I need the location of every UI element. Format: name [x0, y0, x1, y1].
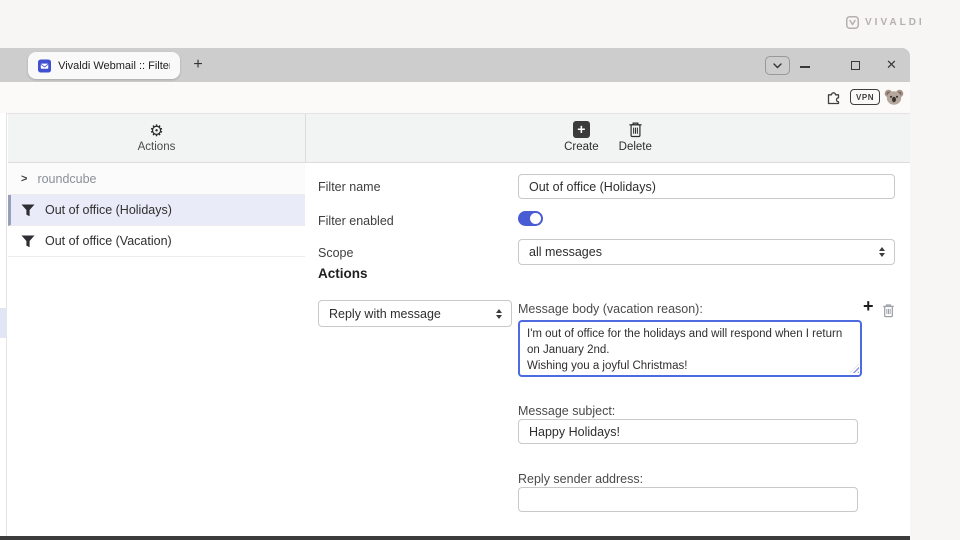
vpn-badge[interactable]: VPN	[850, 89, 880, 105]
scope-value: all messages	[529, 245, 602, 259]
chevron-down-icon	[773, 63, 782, 69]
maximize-button[interactable]	[851, 61, 860, 70]
scope-label: Scope	[318, 246, 353, 260]
new-tab-button[interactable]: +	[188, 55, 208, 75]
action-type-select[interactable]: Reply with message	[318, 300, 512, 327]
filter-name-label: Filter name	[318, 180, 381, 194]
vivaldi-brand: VIVALDI	[846, 16, 925, 29]
remove-action-button[interactable]	[882, 303, 895, 323]
action-type-value: Reply with message	[329, 307, 441, 321]
extensions-icon[interactable]	[826, 89, 842, 110]
brand-text: VIVALDI	[865, 17, 925, 28]
sidebar-item-label: roundcube	[37, 172, 96, 186]
minimize-button[interactable]	[800, 66, 810, 68]
trash-icon	[882, 303, 895, 318]
message-body-textarea[interactable]: I'm out of office for the holidays and w…	[518, 320, 862, 377]
reply-sender-label: Reply sender address:	[518, 472, 643, 486]
filter-funnel-icon	[21, 235, 35, 248]
filter-enabled-toggle[interactable]	[518, 211, 543, 226]
sidebar-item-label: Out of office (Vacation)	[45, 234, 172, 248]
delete-button[interactable]: Delete	[619, 114, 652, 162]
message-subject-input[interactable]	[518, 419, 858, 444]
sidebar-item-label: Out of office (Holidays)	[45, 203, 172, 217]
profile-avatar[interactable]	[884, 87, 904, 107]
filters-sidebar: ⚙ Actions > roundcube Out of office (Hol…	[8, 114, 305, 536]
filter-form: Filter name Filter enabled Scope all mes…	[305, 163, 910, 536]
create-plus-icon: +	[573, 121, 590, 138]
filter-name-input[interactable]	[518, 174, 895, 199]
actions-menu-button[interactable]: ⚙ Actions	[8, 114, 305, 163]
close-button[interactable]: ✕	[886, 57, 897, 73]
message-subject-label: Message subject:	[518, 404, 615, 418]
create-button[interactable]: + Create	[564, 114, 599, 162]
gear-icon: ⚙	[149, 123, 163, 140]
address-bar: aldi.net	[0, 82, 910, 113]
status-bar	[0, 536, 910, 540]
actions-heading: Actions	[318, 266, 368, 281]
reply-sender-input[interactable]	[518, 487, 858, 512]
chevron-right-icon: >	[21, 173, 27, 185]
sidebar-item-roundcube[interactable]: > roundcube	[8, 163, 305, 195]
filter-funnel-icon	[21, 204, 35, 217]
actions-menu-label: Actions	[138, 141, 176, 153]
select-arrows-icon	[879, 247, 885, 257]
trash-icon	[628, 121, 643, 138]
create-label: Create	[564, 141, 599, 153]
toggle-knob	[530, 213, 541, 224]
screen: VIVALDI Vivaldi Webmail :: Filters + ✕ a…	[0, 0, 960, 540]
delete-label: Delete	[619, 141, 652, 153]
filter-enabled-label: Filter enabled	[318, 214, 394, 228]
tab-title: Vivaldi Webmail :: Filters	[58, 60, 170, 72]
sidebar-item-out-of-office-holidays[interactable]: Out of office (Holidays)	[8, 195, 305, 226]
select-arrows-icon	[496, 309, 502, 319]
vivaldi-logo-icon	[846, 16, 859, 29]
scope-select[interactable]: all messages	[518, 239, 895, 265]
sidebar-item-out-of-office-vacation[interactable]: Out of office (Vacation)	[8, 226, 305, 257]
tab-webmail-filters[interactable]: Vivaldi Webmail :: Filters	[28, 52, 180, 79]
add-action-button[interactable]: +	[863, 297, 874, 315]
mail-favicon-icon	[38, 59, 51, 73]
message-body-label: Message body (vacation reason):	[518, 302, 703, 316]
filter-toolbar: + Create Delete	[305, 114, 910, 163]
filter-sets-selected-edge	[0, 308, 7, 338]
tab-menu-button[interactable]	[765, 56, 790, 75]
